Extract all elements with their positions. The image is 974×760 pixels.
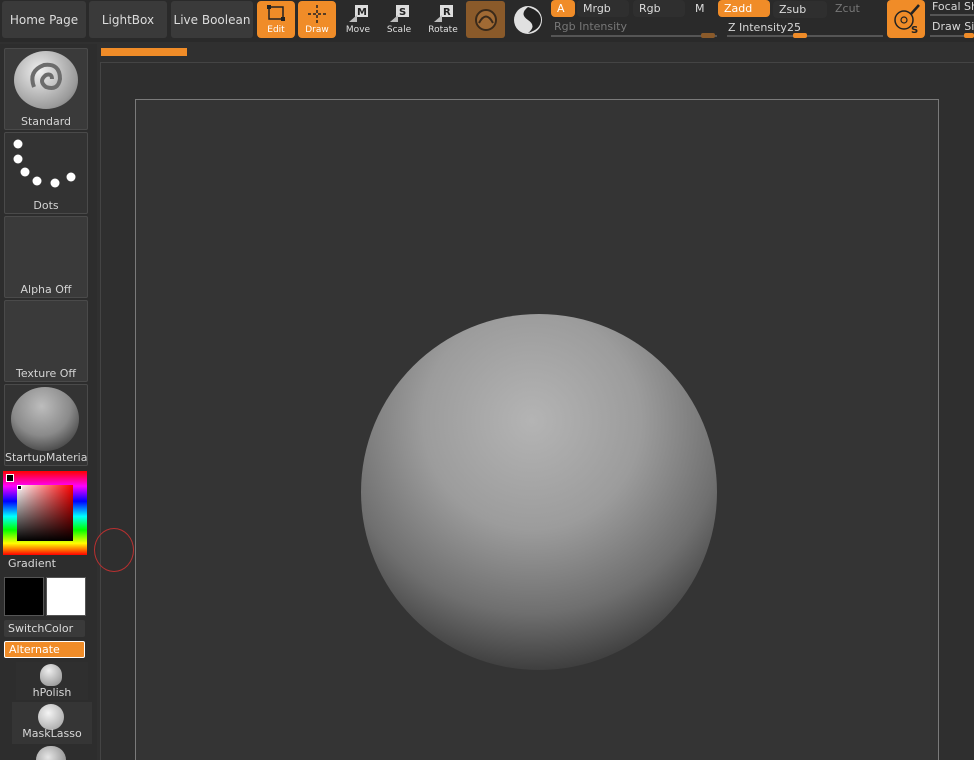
texture-label: Texture Off bbox=[15, 367, 76, 380]
dots-stroke-icon bbox=[13, 139, 76, 188]
focal-shift-slider[interactable] bbox=[930, 14, 974, 16]
svg-text:M: M bbox=[357, 7, 367, 18]
material-sphere-icon bbox=[513, 5, 542, 34]
home-page-button[interactable]: Home Page bbox=[2, 1, 86, 38]
texture-selector[interactable]: Texture Off bbox=[4, 300, 88, 382]
scale-icon: S bbox=[389, 4, 409, 24]
rgb-mode-button[interactable]: Rgb bbox=[633, 0, 685, 17]
progress-indicator bbox=[101, 48, 187, 56]
sculptris-pro-button[interactable]: S bbox=[887, 0, 925, 38]
sculptris-pro-icon: S bbox=[894, 4, 920, 36]
svg-text:S: S bbox=[911, 25, 918, 36]
top-toolbar: Home Page LightBox Live Boolean Edit Dra… bbox=[0, 0, 974, 42]
gradient-label[interactable]: Gradient bbox=[8, 557, 56, 570]
material-selector[interactable]: StartupMateria bbox=[4, 384, 88, 466]
move-mode-button[interactable]: M Move bbox=[339, 1, 377, 38]
edit-icon bbox=[266, 4, 286, 24]
lightbox-button[interactable]: LightBox bbox=[89, 1, 167, 38]
hpolish-label: hPolish bbox=[32, 686, 72, 699]
zadd-button[interactable]: Zadd bbox=[718, 0, 770, 17]
alpha-label: Alpha Off bbox=[20, 283, 72, 296]
polypaint-icon bbox=[474, 8, 497, 31]
mrgb-mode-button[interactable]: Mrgb bbox=[577, 0, 629, 17]
edit-mode-button[interactable]: Edit bbox=[257, 1, 295, 38]
hpolish-icon bbox=[40, 664, 62, 686]
m-mode-button[interactable]: M bbox=[689, 0, 715, 17]
rgb-intensity-label: Rgb Intensity bbox=[554, 20, 627, 33]
material-toggle[interactable] bbox=[508, 1, 547, 38]
svg-text:S: S bbox=[399, 7, 406, 18]
live-boolean-button[interactable]: Live Boolean bbox=[171, 1, 253, 38]
alternate-button[interactable]: Alternate bbox=[4, 641, 85, 658]
zsub-button[interactable]: Zsub bbox=[773, 1, 827, 18]
scale-mode-button[interactable]: S Scale bbox=[380, 1, 418, 38]
a-mode-button[interactable]: A bbox=[551, 0, 575, 17]
primary-color-swatch[interactable] bbox=[4, 577, 44, 616]
z-intensity-label: Z Intensity bbox=[728, 21, 787, 34]
color-picker[interactable] bbox=[3, 471, 87, 555]
draw-label: Draw bbox=[305, 25, 329, 35]
rotate-icon: R bbox=[433, 4, 453, 24]
rgb-intensity-handle[interactable] bbox=[701, 33, 715, 38]
rgb-intensity-slider[interactable] bbox=[551, 35, 717, 37]
draw-size-handle[interactable] bbox=[964, 33, 974, 38]
material-label: StartupMateria bbox=[5, 451, 88, 464]
masklasso-brush-button[interactable]: MaskLasso bbox=[12, 702, 92, 744]
active-color-swatch bbox=[6, 474, 14, 482]
rotate-label: Rotate bbox=[428, 25, 458, 35]
color-saturation-square[interactable] bbox=[17, 485, 73, 541]
brush-selector[interactable]: Standard bbox=[4, 48, 88, 130]
alpha-selector[interactable]: Alpha Off bbox=[4, 216, 88, 298]
zcut-button[interactable]: Zcut bbox=[829, 0, 881, 17]
svg-text:R: R bbox=[443, 7, 451, 18]
polypaint-toggle[interactable] bbox=[466, 1, 505, 38]
draw-icon bbox=[307, 4, 327, 24]
draw-mode-button[interactable]: Draw bbox=[298, 1, 336, 38]
focal-shift-label: Focal Sh bbox=[932, 0, 974, 13]
rotate-mode-button[interactable]: R Rotate bbox=[424, 1, 462, 38]
color-cursor[interactable] bbox=[17, 485, 22, 490]
brush-label: Standard bbox=[20, 115, 72, 128]
edit-label: Edit bbox=[267, 25, 285, 35]
stroke-selector[interactable]: Dots bbox=[4, 132, 88, 214]
hpolish-brush-button[interactable]: hPolish bbox=[16, 662, 88, 700]
switch-color-button[interactable]: SwitchColor bbox=[4, 620, 85, 637]
material-preview-icon bbox=[11, 387, 79, 451]
sphere-mesh[interactable] bbox=[361, 314, 717, 670]
z-intensity-handle[interactable] bbox=[793, 33, 807, 38]
standard-brush-icon bbox=[14, 51, 78, 109]
brush-cursor bbox=[94, 528, 134, 572]
scale-label: Scale bbox=[386, 25, 412, 35]
stroke-label: Dots bbox=[33, 199, 59, 212]
move-label: Move bbox=[345, 25, 371, 35]
secondary-color-swatch[interactable] bbox=[46, 577, 86, 616]
draw-size-label: Draw Si bbox=[932, 20, 974, 33]
masklasso-label: MaskLasso bbox=[22, 727, 82, 740]
move-icon: M bbox=[348, 4, 368, 24]
